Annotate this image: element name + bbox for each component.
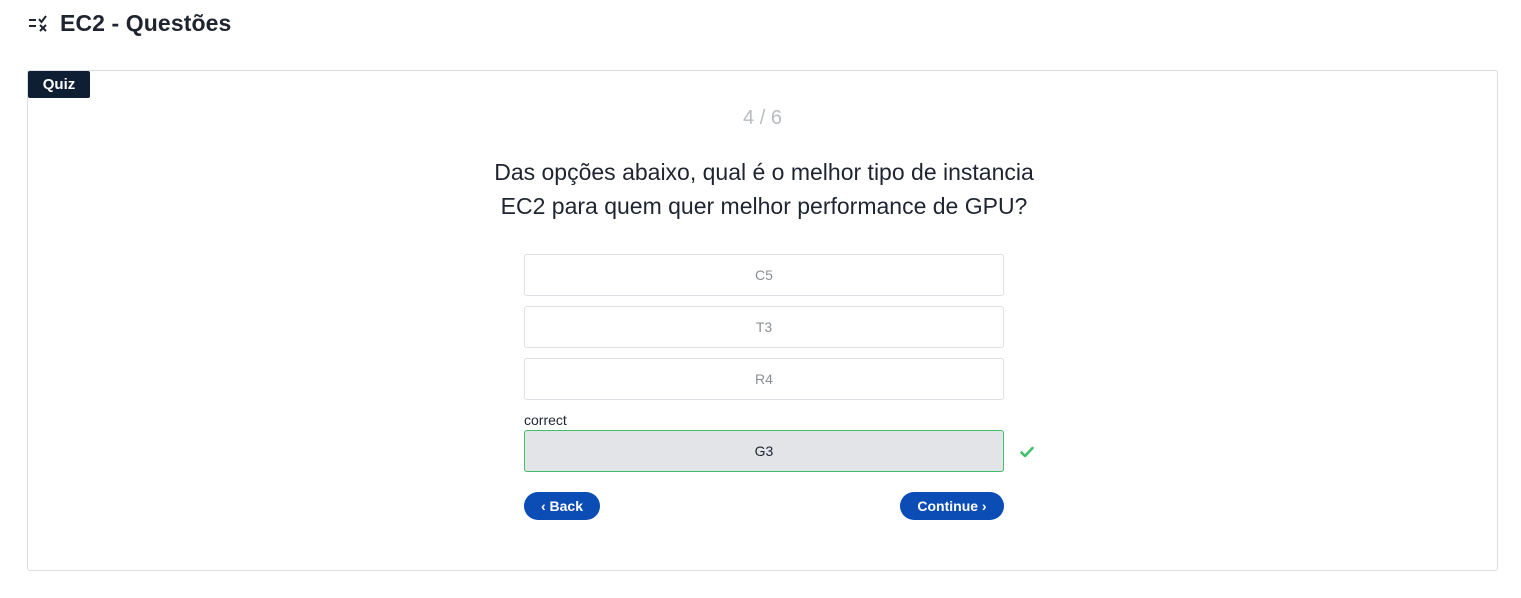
question-line-2: EC2 para quem quer melhor performance de… [500, 193, 1028, 219]
continue-button[interactable]: Continue › [900, 492, 1004, 520]
checklist-icon [28, 13, 50, 33]
quiz-badge: Quiz [28, 71, 90, 98]
page-header: EC2 - Questões [28, 8, 231, 38]
answer-option[interactable]: C5 [524, 254, 1004, 296]
answer-option[interactable]: R4 [524, 358, 1004, 400]
answer-option[interactable]: T3 [524, 306, 1004, 348]
correct-label: correct [524, 412, 567, 428]
answer-option-correct[interactable]: G3 [524, 430, 1004, 472]
quiz-card: Quiz 4 / 6 Das opções abaixo, qual é o m… [27, 70, 1498, 571]
question-text: Das opções abaixo, qual é o melhor tipo … [464, 155, 1064, 223]
question-line-1: Das opções abaixo, qual é o melhor tipo … [494, 159, 1034, 185]
checkmark-icon [1020, 445, 1034, 459]
page-title: EC2 - Questões [60, 9, 232, 36]
question-progress: 4 / 6 [743, 107, 782, 129]
back-button[interactable]: ‹ Back [524, 492, 600, 520]
